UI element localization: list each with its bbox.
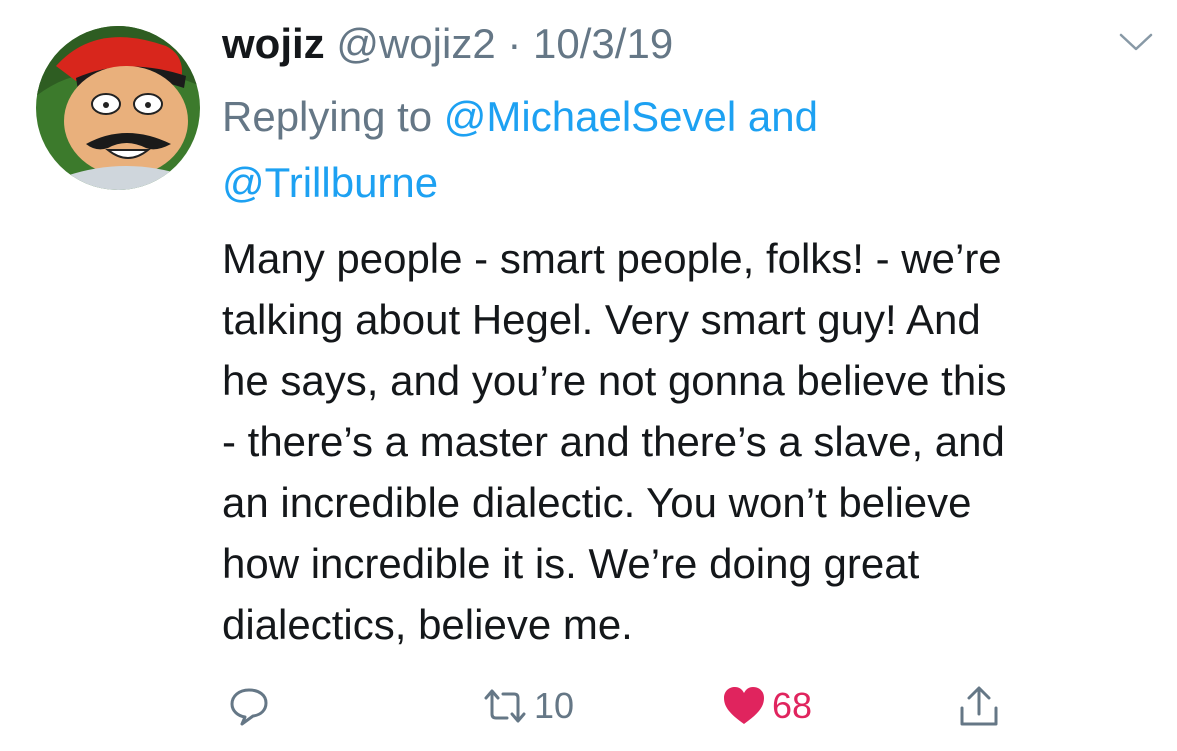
reply-button[interactable] xyxy=(228,676,270,736)
retweet-button[interactable]: 10 xyxy=(482,676,574,736)
display-name[interactable]: wojiz xyxy=(222,20,325,67)
tweet-date[interactable]: 10/3/19 xyxy=(533,20,673,67)
chevron-down-icon[interactable] xyxy=(1118,30,1154,54)
mention-link-2[interactable]: @Trillburne xyxy=(222,159,438,206)
avatar-image xyxy=(36,26,200,190)
tweet-header: wojiz @wojiz2 · 10/3/19 xyxy=(222,14,673,74)
mention-link-1[interactable]: @MichaelSevel xyxy=(444,93,736,140)
like-count: 68 xyxy=(772,685,813,726)
reply-bubble-icon xyxy=(230,688,268,726)
tweet-text: Many people - smart people, folks! - we’… xyxy=(222,235,1007,648)
tweet-card[interactable]: wojiz @wojiz2 · 10/3/19 Replying to @Mic… xyxy=(0,0,1177,751)
share-icon xyxy=(960,686,998,726)
share-button[interactable] xyxy=(958,676,1000,736)
and-label: and xyxy=(747,93,818,140)
heart-icon xyxy=(724,687,764,724)
like-button[interactable]: 68 xyxy=(722,676,812,736)
user-handle[interactable]: @wojiz2 xyxy=(336,20,495,67)
replying-to: Replying to @MichaelSevel and @Trillburn… xyxy=(222,84,1122,216)
tweet-actions: 10 68 xyxy=(0,676,1177,736)
separator-dot: · xyxy=(507,20,522,67)
replying-to-label: Replying to xyxy=(222,93,433,140)
avatar[interactable] xyxy=(36,26,200,190)
retweet-icon xyxy=(484,689,526,723)
retweet-count: 10 xyxy=(534,685,575,726)
